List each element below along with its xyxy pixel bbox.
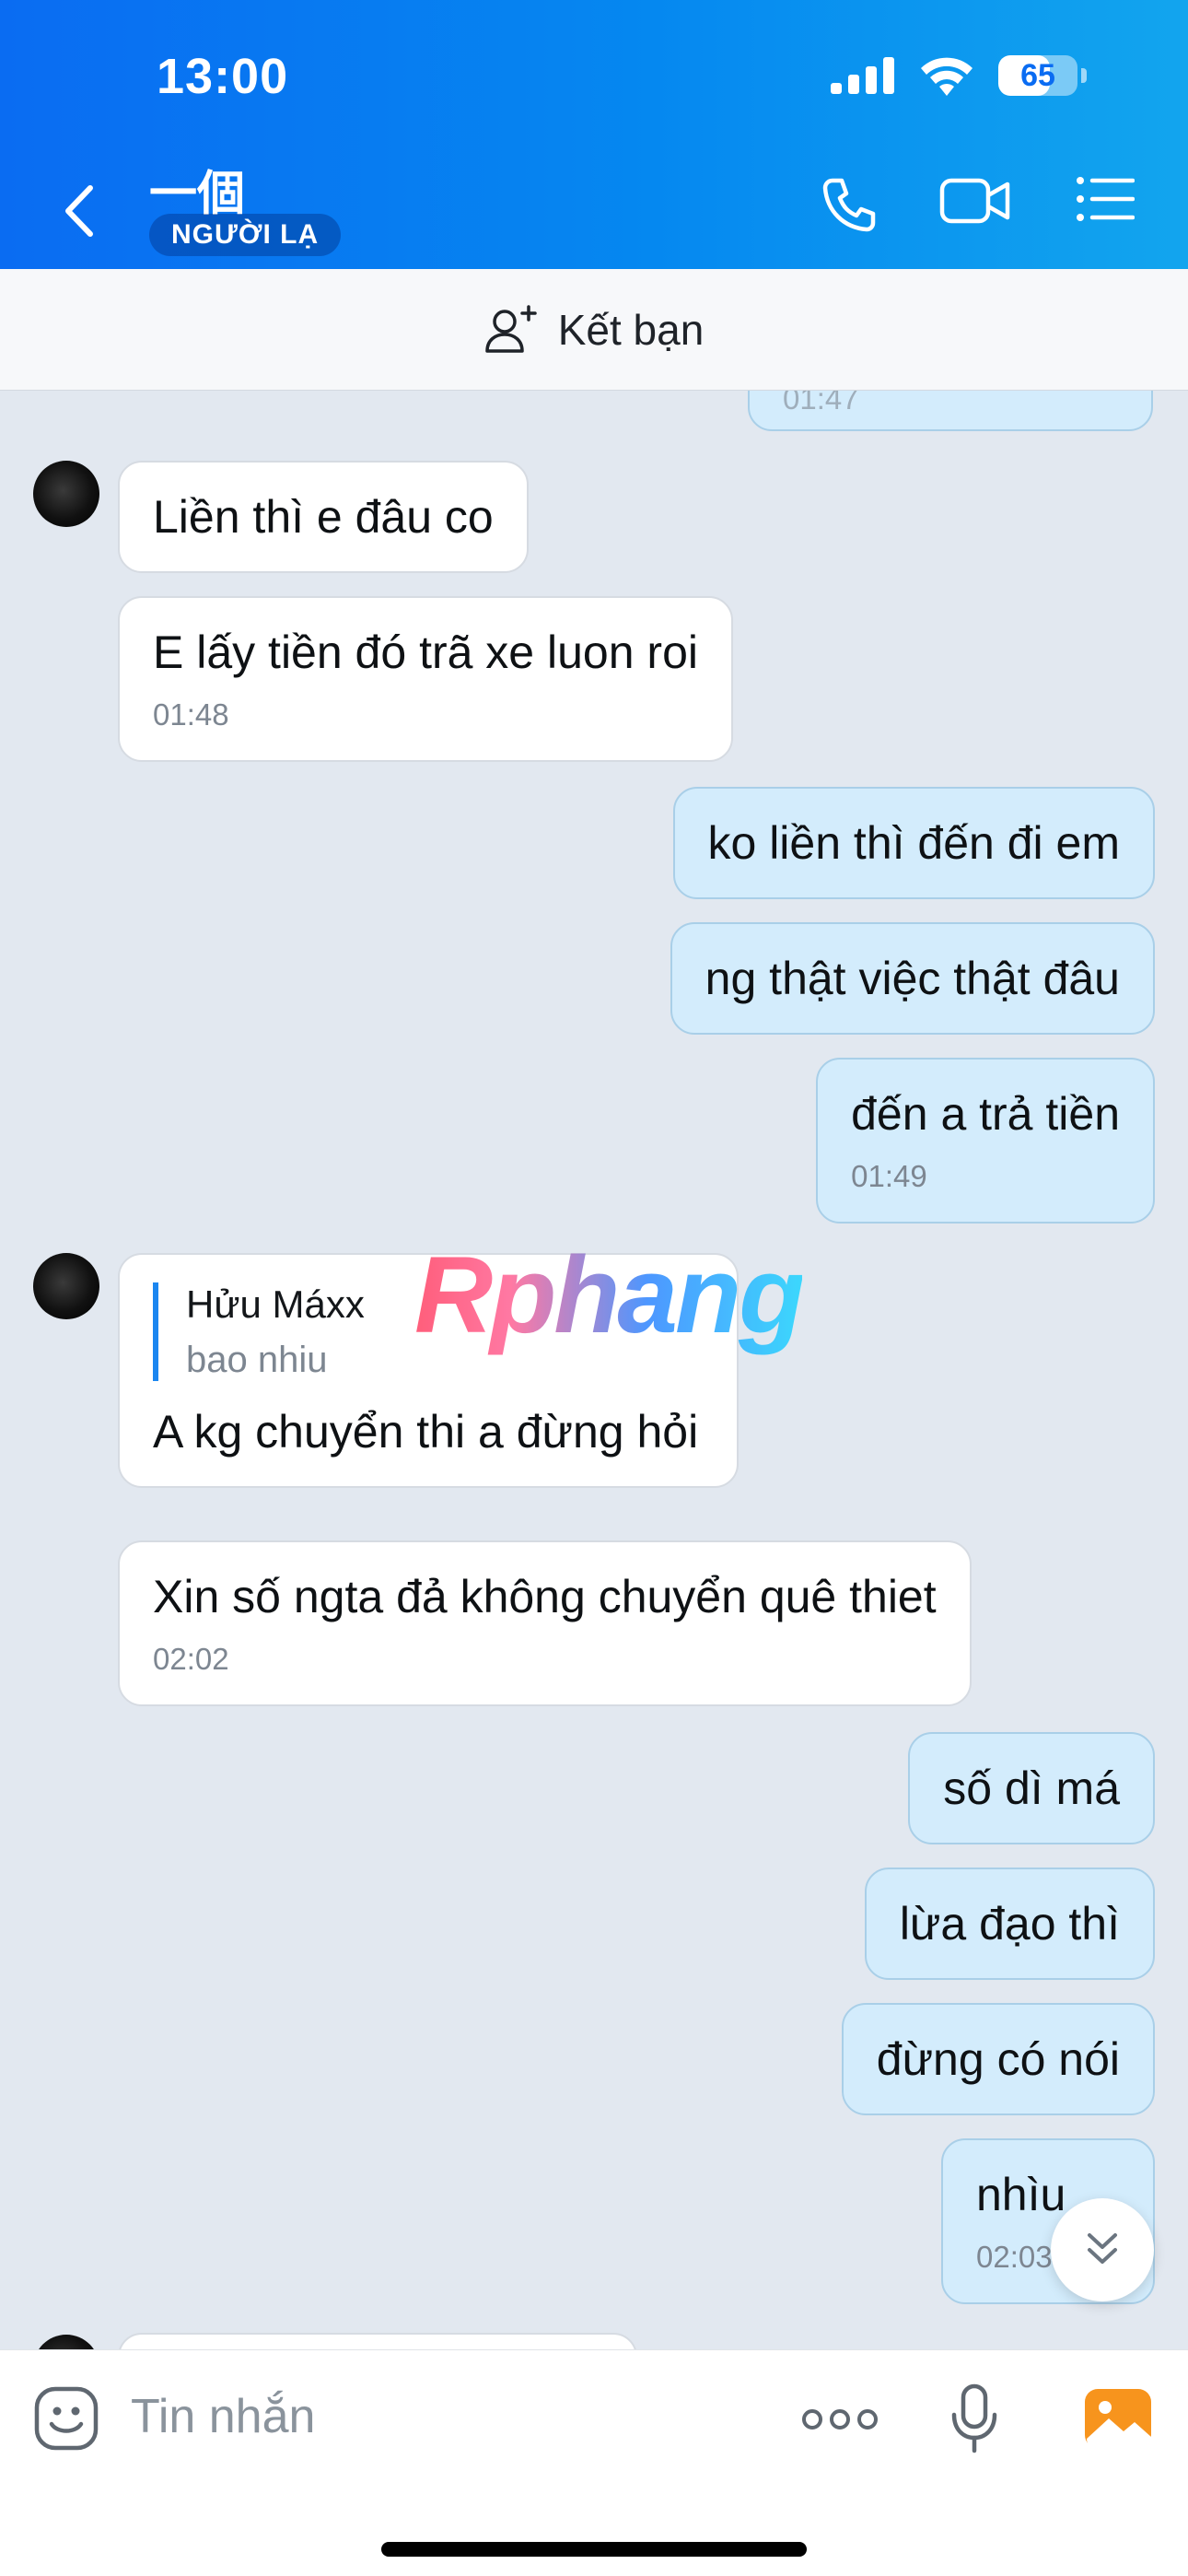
avatar[interactable] bbox=[33, 461, 99, 527]
menu-button[interactable] bbox=[1076, 175, 1135, 223]
message-bubble-outgoing[interactable]: 01:47 bbox=[748, 391, 1153, 431]
chevron-left-icon bbox=[65, 185, 93, 237]
status-icons: 65 bbox=[831, 55, 1087, 96]
message-time: 01:47 bbox=[783, 391, 859, 416]
message-text: nhìu bbox=[976, 2169, 1066, 2220]
sticker-button[interactable] bbox=[33, 2385, 99, 2452]
add-friend-bar[interactable]: Kết bạn bbox=[0, 269, 1188, 391]
avatar[interactable] bbox=[33, 2335, 99, 2349]
back-button[interactable] bbox=[55, 179, 101, 243]
message-time: 02:02 bbox=[153, 1642, 229, 1676]
message-bubble-incoming[interactable]: Xin số ngta đả không chuyển quê thiet 02… bbox=[118, 1540, 972, 1706]
message-text: đến a trả tiền bbox=[851, 1088, 1120, 1140]
wifi-icon bbox=[921, 57, 973, 96]
message-input[interactable]: Tin nhắn bbox=[131, 2389, 315, 2444]
voice-record-button[interactable] bbox=[950, 2383, 998, 2453]
image-picker-button[interactable] bbox=[1083, 2385, 1153, 2452]
phone-icon bbox=[822, 178, 876, 232]
message-time: 01:48 bbox=[153, 697, 229, 732]
microphone-icon bbox=[951, 2383, 997, 2453]
sticker-icon bbox=[34, 2386, 99, 2451]
battery-indicator: 65 bbox=[998, 55, 1077, 96]
message-bubble-outgoing[interactable]: đừng có nói bbox=[841, 2003, 1155, 2115]
message-bubble-outgoing[interactable]: lừa đạo thì bbox=[864, 1868, 1155, 1980]
message-bubble-outgoing[interactable]: số dì má bbox=[908, 1732, 1155, 1844]
message-text: đừng có nói bbox=[876, 2033, 1120, 2085]
message-text: ng thật việc thật đâu bbox=[705, 953, 1120, 1004]
message-text: Xin số ngta đả không chuyển quê thiet bbox=[153, 1571, 937, 1622]
message-text: A kg chuyển thi a đừng hỏi bbox=[153, 1406, 699, 1458]
message-time: 01:49 bbox=[851, 1159, 927, 1193]
stranger-badge: NGƯỜI LẠ bbox=[149, 214, 342, 256]
battery-percent: 65 bbox=[1020, 57, 1055, 93]
cellular-signal-icon bbox=[831, 57, 894, 94]
video-camera-icon bbox=[939, 178, 1010, 224]
watermark-logo: Rphang bbox=[414, 1235, 805, 1356]
video-call-button[interactable] bbox=[939, 175, 1011, 227]
scroll-to-bottom-button[interactable] bbox=[1051, 2198, 1154, 2301]
list-menu-icon bbox=[1077, 177, 1135, 221]
image-icon bbox=[1085, 2389, 1151, 2448]
avatar[interactable] bbox=[33, 1253, 99, 1319]
message-bubble-outgoing[interactable]: đến a trả tiền 01:49 bbox=[816, 1058, 1155, 1224]
message-text: ko liền thì đến đi em bbox=[707, 817, 1121, 869]
add-friend-label: Kết bạn bbox=[557, 305, 705, 354]
home-indicator[interactable] bbox=[381, 2542, 807, 2557]
message-text: lừa đạo thì bbox=[899, 1898, 1120, 1950]
message-input-bar: Tin nhắn bbox=[0, 2349, 1188, 2576]
message-bubble-incoming[interactable]: Liền thì e đâu co bbox=[118, 461, 529, 573]
message-bubble-incoming[interactable]: E lấy tiền đó trã xe luon roi 01:48 bbox=[118, 596, 733, 762]
message-bubble-outgoing[interactable]: ko liền thì đến đi em bbox=[672, 787, 1155, 899]
message-text: E lấy tiền đó trã xe luon roi bbox=[153, 626, 698, 678]
battery-tip bbox=[1081, 68, 1087, 83]
message-text: Liền thì e đâu co bbox=[153, 491, 494, 543]
message-bubble-incoming[interactable] bbox=[118, 2333, 637, 2349]
call-button[interactable] bbox=[820, 175, 879, 234]
more-button[interactable] bbox=[801, 2406, 879, 2433]
message-list[interactable]: 01:47 Liền thì e đâu co E lấy tiền đó tr… bbox=[0, 391, 1188, 2349]
message-text: số dì má bbox=[943, 1762, 1120, 1814]
message-bubble-outgoing[interactable]: ng thật việc thật đâu bbox=[670, 922, 1155, 1035]
more-dots-icon bbox=[802, 2409, 878, 2430]
chat-header: 13:00 65 一個 NGƯỜI LẠ bbox=[0, 0, 1188, 269]
status-time: 13:00 bbox=[157, 49, 289, 104]
add-user-icon bbox=[484, 304, 537, 353]
double-chevron-down-icon bbox=[1088, 2233, 1117, 2264]
